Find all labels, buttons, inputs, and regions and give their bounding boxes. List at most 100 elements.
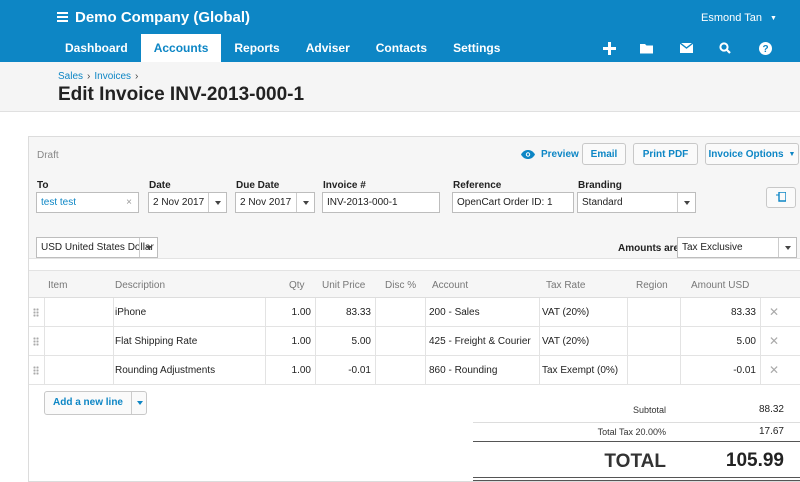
preview-button[interactable]: Preview [521,149,579,160]
date-field[interactable]: 2 Nov 2017 [148,192,227,213]
preview-label: Preview [541,149,579,160]
divider [473,480,800,481]
amounts-are-select[interactable]: Tax Exclusive [677,237,797,258]
nav-accounts[interactable]: Accounts [140,34,222,62]
invoice-number-label: Invoice # [323,180,366,191]
col-tax-rate: Tax Rate [546,280,586,291]
col-amount: Amount USD [691,280,750,291]
tax-label: Total Tax 20.00% [597,427,666,437]
row-description[interactable]: Rounding Adjustments [115,365,215,376]
row-account[interactable]: 425 - Freight & Courier [429,336,531,347]
row-tax-rate[interactable]: Tax Exempt (0%) [542,365,618,376]
row-description[interactable]: Flat Shipping Rate [115,336,197,347]
clear-icon[interactable]: × [126,193,132,212]
chevron-down-icon: ▼ [788,150,796,158]
nav-dashboard[interactable]: Dashboard [52,34,141,62]
branding-field[interactable]: Standard [577,192,696,213]
delete-row-icon[interactable]: ✕ [769,334,779,348]
organisation-name: Demo Company (Global) [75,9,251,26]
row-description[interactable]: iPhone [115,307,146,318]
status-badge: Draft [37,150,59,161]
to-label: To [37,180,49,191]
reference-field[interactable]: OpenCart Order ID: 1 [452,192,574,213]
currency-value: USD United States Dollar [41,242,154,253]
date-dropdown-icon[interactable] [208,193,226,212]
help-icon[interactable]: ? [751,34,779,62]
divider [473,441,800,442]
table-row[interactable]: Flat Shipping Rate 1.00 5.00 425 - Freig… [29,327,800,356]
due-date-value: 2 Nov 2017 [240,197,292,208]
row-qty[interactable]: 1.00 [265,307,311,318]
folder-icon[interactable] [633,34,661,62]
row-qty[interactable]: 1.00 [265,336,311,347]
mail-icon[interactable] [672,34,700,62]
plus-icon[interactable] [595,34,623,62]
col-description: Description [115,280,166,291]
col-disc: Disc % [385,280,417,291]
row-qty[interactable]: 1.00 [265,365,311,376]
breadcrumb: Sales › Invoices › [58,71,139,82]
due-date-dropdown-icon[interactable] [296,193,314,212]
line-items-header: Item Description Qty Unit Price Disc % A… [29,270,800,298]
drag-handle-icon[interactable] [33,366,39,375]
col-unit-price: Unit Price [322,280,366,291]
col-account: Account [432,280,469,291]
add-line-label[interactable]: Add a new line [45,392,132,414]
branding-dropdown-icon[interactable] [677,193,695,212]
amounts-are-label: Amounts are [618,243,680,254]
row-account[interactable]: 200 - Sales [429,307,480,318]
copy-button[interactable] [766,187,796,208]
copy-icon [776,191,786,202]
subtotal-value: 88.32 [758,404,784,415]
nav-reports[interactable]: Reports [221,34,292,62]
col-item: Item [48,280,68,291]
divider [473,477,800,478]
main-nav: Dashboard Accounts Reports Adviser Conta… [52,34,513,62]
search-icon[interactable] [711,34,739,62]
table-row[interactable]: Rounding Adjustments 1.00 -0.01 860 - Ro… [29,356,800,385]
date-label: Date [149,180,171,191]
delete-row-icon[interactable]: ✕ [769,305,779,319]
row-amount[interactable]: 83.33 [680,307,756,318]
organisation-switcher[interactable]: Demo Company (Global) [57,9,250,26]
currency-select[interactable]: USD United States Dollar [36,237,158,258]
row-unit-price[interactable]: -0.01 [315,365,371,376]
user-name: Esmond Tan [701,12,762,24]
drag-handle-icon[interactable] [33,308,39,317]
table-row[interactable]: iPhone 1.00 83.33 200 - Sales VAT (20%) … [29,298,800,327]
nav-adviser[interactable]: Adviser [293,34,363,62]
nav-settings[interactable]: Settings [440,34,513,62]
row-amount[interactable]: -0.01 [680,365,756,376]
row-amount[interactable]: 5.00 [680,336,756,347]
amounts-are-dropdown-icon[interactable] [778,238,796,257]
invoice-options-button[interactable]: Invoice Options ▼ [705,143,799,165]
tax-value: 17.67 [758,426,784,437]
row-unit-price[interactable]: 83.33 [315,307,371,318]
delete-row-icon[interactable]: ✕ [769,363,779,377]
add-line-button[interactable]: Add a new line [44,391,147,415]
branding-label: Branding [578,180,622,191]
top-bar: Demo Company (Global) Esmond Tan ▼ Dashbo… [0,0,800,62]
col-qty: Qty [289,280,305,291]
row-tax-rate[interactable]: VAT (20%) [542,336,589,347]
row-tax-rate[interactable]: VAT (20%) [542,307,589,318]
nav-contacts[interactable]: Contacts [363,34,440,62]
breadcrumb-sales[interactable]: Sales [58,71,83,82]
total-label: TOTAL [604,451,666,472]
to-field[interactable]: test test × [36,192,139,213]
menu-icon [57,12,68,23]
user-menu[interactable]: Esmond Tan ▼ [701,12,777,24]
drag-handle-icon[interactable] [33,337,39,346]
page-title: Edit Invoice INV-2013-000-1 [58,84,305,105]
eye-icon [521,150,535,159]
print-pdf-button[interactable]: Print PDF [633,143,698,165]
row-unit-price[interactable]: 5.00 [315,336,371,347]
invoice-number-field[interactable]: INV-2013-000-1 [322,192,440,213]
email-button[interactable]: Email [582,143,626,165]
due-date-field[interactable]: 2 Nov 2017 [235,192,315,213]
currency-dropdown-icon[interactable] [139,238,157,257]
breadcrumb-invoices[interactable]: Invoices [94,71,131,82]
row-account[interactable]: 860 - Rounding [429,365,497,376]
col-region: Region [636,280,668,291]
divider [473,422,800,423]
